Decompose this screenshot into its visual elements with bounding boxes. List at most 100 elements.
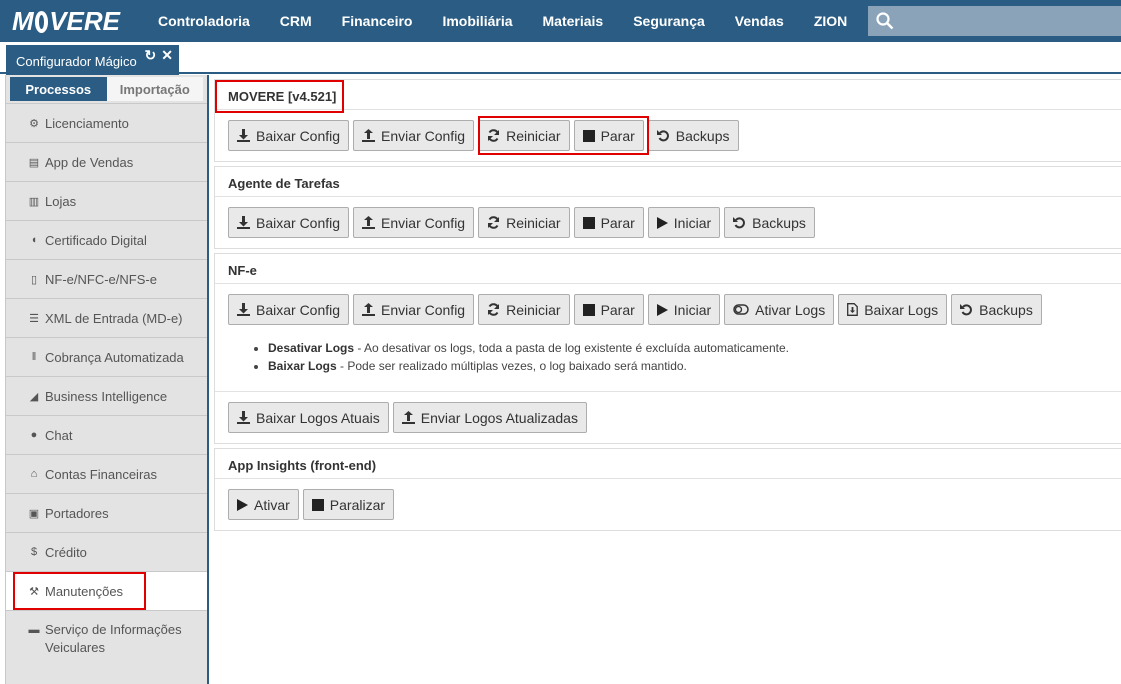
dollar-icon: $ — [30, 546, 38, 558]
side-tab-processos[interactable]: Processos — [10, 77, 107, 101]
chat-icon: ● — [30, 429, 38, 441]
upload-icon — [362, 129, 376, 142]
menu-financeiro[interactable]: Financeiro — [327, 13, 428, 29]
parar-button[interactable]: Parar — [573, 294, 644, 325]
refresh-icon[interactable]: ↻ — [145, 47, 157, 64]
search-box[interactable] — [868, 6, 1121, 36]
panel-title: NF-e — [215, 254, 1121, 284]
menu-controladoria[interactable]: Controladoria — [152, 13, 265, 29]
bank-icon: ⌂ — [30, 468, 38, 480]
sidebar-item-cobranca[interactable]: ‖ Cobrança Automatizada — [6, 337, 207, 376]
download-icon — [237, 303, 250, 316]
tab-label: Configurador Mágico — [16, 54, 137, 69]
sidebar-item-licenciamento[interactable]: ⚙ Licenciamento — [6, 103, 207, 142]
file-code-icon: ▯ — [30, 273, 38, 286]
sidebar-item-xml-entrada[interactable]: ☰ XML de Entrada (MD-e) — [6, 298, 207, 337]
ativar-logs-button[interactable]: Ativar Logs — [724, 294, 835, 325]
sidebar-item-label: Licenciamento — [45, 115, 129, 131]
menu-vendas[interactable]: Vendas — [720, 13, 799, 29]
top-navbar: M VERE Controladoria CRM Financeiro Imobi… — [0, 0, 1121, 42]
sidebar-item-business-intelligence[interactable]: ◢ Business Intelligence — [6, 376, 207, 415]
menu-imobiliaria[interactable]: Imobiliária — [427, 13, 527, 29]
area-chart-icon: ◢ — [29, 390, 39, 403]
car-icon: ▬ — [28, 624, 40, 636]
file-text-icon: ☰ — [29, 312, 39, 325]
ativar-button[interactable]: Ativar — [228, 489, 299, 520]
upload-icon — [362, 216, 376, 229]
undo-icon — [960, 304, 973, 316]
notes-list: Desativar Logs - Ao desativar os logs, t… — [228, 325, 1121, 391]
search-icon — [876, 12, 894, 30]
file-download-icon — [847, 303, 859, 316]
paralizar-button[interactable]: Paralizar — [302, 489, 395, 520]
menu-seguranca[interactable]: Segurança — [618, 13, 720, 29]
enviar-logos-button[interactable]: Enviar Logos Atualizadas — [392, 402, 587, 433]
panel-movere: MOVERE [v4.521] Baixar Config Enviar Con… — [214, 79, 1121, 162]
sidebar-item-chat[interactable]: ● Chat — [6, 415, 207, 454]
menu-materiais[interactable]: Materiais — [528, 13, 619, 29]
panel-title: Agente de Tarefas — [215, 167, 1121, 197]
menu-crm[interactable]: CRM — [265, 13, 327, 29]
enviar-config-button[interactable]: Enviar Config — [353, 294, 475, 325]
toggle-icon — [733, 304, 749, 315]
backups-button[interactable]: Backups — [724, 207, 815, 238]
baixar-logs-button[interactable]: Baixar Logs — [838, 294, 948, 325]
undo-icon — [656, 130, 669, 142]
highlight-box — [13, 572, 146, 610]
baixar-logos-button[interactable]: Baixar Logos Atuais — [228, 402, 389, 433]
sidebar-item-label: Contas Financeiras — [45, 466, 157, 482]
close-icon[interactable]: ✕ — [161, 47, 173, 64]
enviar-config-button[interactable]: Enviar Config — [353, 120, 475, 151]
sidebar-item-label: Lojas — [45, 193, 77, 209]
play-icon — [656, 303, 668, 316]
sidebar-item-nfe[interactable]: ▯ NF-e/NFC-e/NFS-e — [6, 259, 207, 298]
backups-button[interactable]: Backups — [647, 120, 739, 151]
sidebar-item-label: App de Vendas — [45, 154, 134, 170]
tab-configurador-magico[interactable]: Configurador Mágico ↻ ✕ — [6, 45, 179, 75]
upload-icon — [401, 411, 415, 424]
key-icon: ⚙ — [29, 117, 39, 130]
sidebar-item-label: Business Intelligence — [45, 388, 168, 404]
parar-button[interactable]: Parar — [573, 120, 644, 151]
reiniciar-button[interactable]: Reiniciar — [478, 207, 570, 238]
refresh-icon — [488, 303, 500, 316]
sidebar: Processos Importação ⚙ Licenciamento ▤ App… — [5, 75, 209, 684]
backups-button[interactable]: Backups — [951, 294, 1042, 325]
download-icon — [237, 129, 250, 142]
baixar-config-button[interactable]: Baixar Config — [228, 294, 350, 325]
sidebar-item-certificado-digital[interactable]: ◖ Certificado Digital — [6, 220, 207, 259]
upload-icon — [362, 303, 376, 316]
search-input[interactable] — [900, 13, 1121, 29]
movere-logo[interactable]: M VERE — [0, 0, 120, 42]
reiniciar-button[interactable]: Reiniciar — [478, 294, 570, 325]
panel-nfe: NF-e Baixar Config Enviar Config Reinici… — [214, 253, 1121, 444]
enviar-config-button[interactable]: Enviar Config — [353, 207, 475, 238]
play-icon — [656, 216, 668, 229]
side-tab-importacao[interactable]: Importação — [106, 77, 203, 101]
sidebar-item-label: XML de Entrada (MD-e) — [45, 310, 183, 326]
sidebar-item-contas-financeiras[interactable]: ⌂ Contas Financeiras — [6, 454, 207, 493]
panel-title: MOVERE [v4.521] — [215, 80, 1121, 110]
menu-zion[interactable]: ZION — [799, 13, 862, 29]
reiniciar-button[interactable]: Reiniciar — [478, 120, 570, 151]
sidebar-item-label: Crédito — [45, 544, 87, 560]
iniciar-button[interactable]: Iniciar — [647, 207, 721, 238]
tab-strip: Configurador Mágico ↻ ✕ — [0, 42, 1121, 75]
download-icon — [237, 411, 250, 424]
cart-icon: ▤ — [28, 156, 40, 169]
sidebar-item-credito[interactable]: $ Crédito — [6, 532, 207, 571]
baixar-config-button[interactable]: Baixar Config — [228, 207, 350, 238]
play-icon — [237, 498, 248, 511]
parar-button[interactable]: Parar — [573, 207, 644, 238]
stop-icon — [311, 498, 324, 511]
sidebar-item-label: NF-e/NFC-e/NFS-e — [45, 271, 157, 287]
sidebar-item-lojas[interactable]: ▥ Lojas — [6, 181, 207, 220]
sidebar-item-portadores[interactable]: ▣ Portadores — [6, 493, 207, 532]
baixar-config-button[interactable]: Baixar Config — [228, 120, 350, 151]
panel-agente-tarefas: Agente de Tarefas Baixar Config Enviar C… — [214, 166, 1121, 249]
stop-icon — [582, 129, 595, 142]
iniciar-button[interactable]: Iniciar — [647, 294, 721, 325]
sidebar-item-servico-veiculares[interactable]: ▬ Serviço de Informações Veiculares — [6, 610, 207, 668]
sidebar-item-app-de-vendas[interactable]: ▤ App de Vendas — [6, 142, 207, 181]
stop-icon — [582, 216, 595, 229]
